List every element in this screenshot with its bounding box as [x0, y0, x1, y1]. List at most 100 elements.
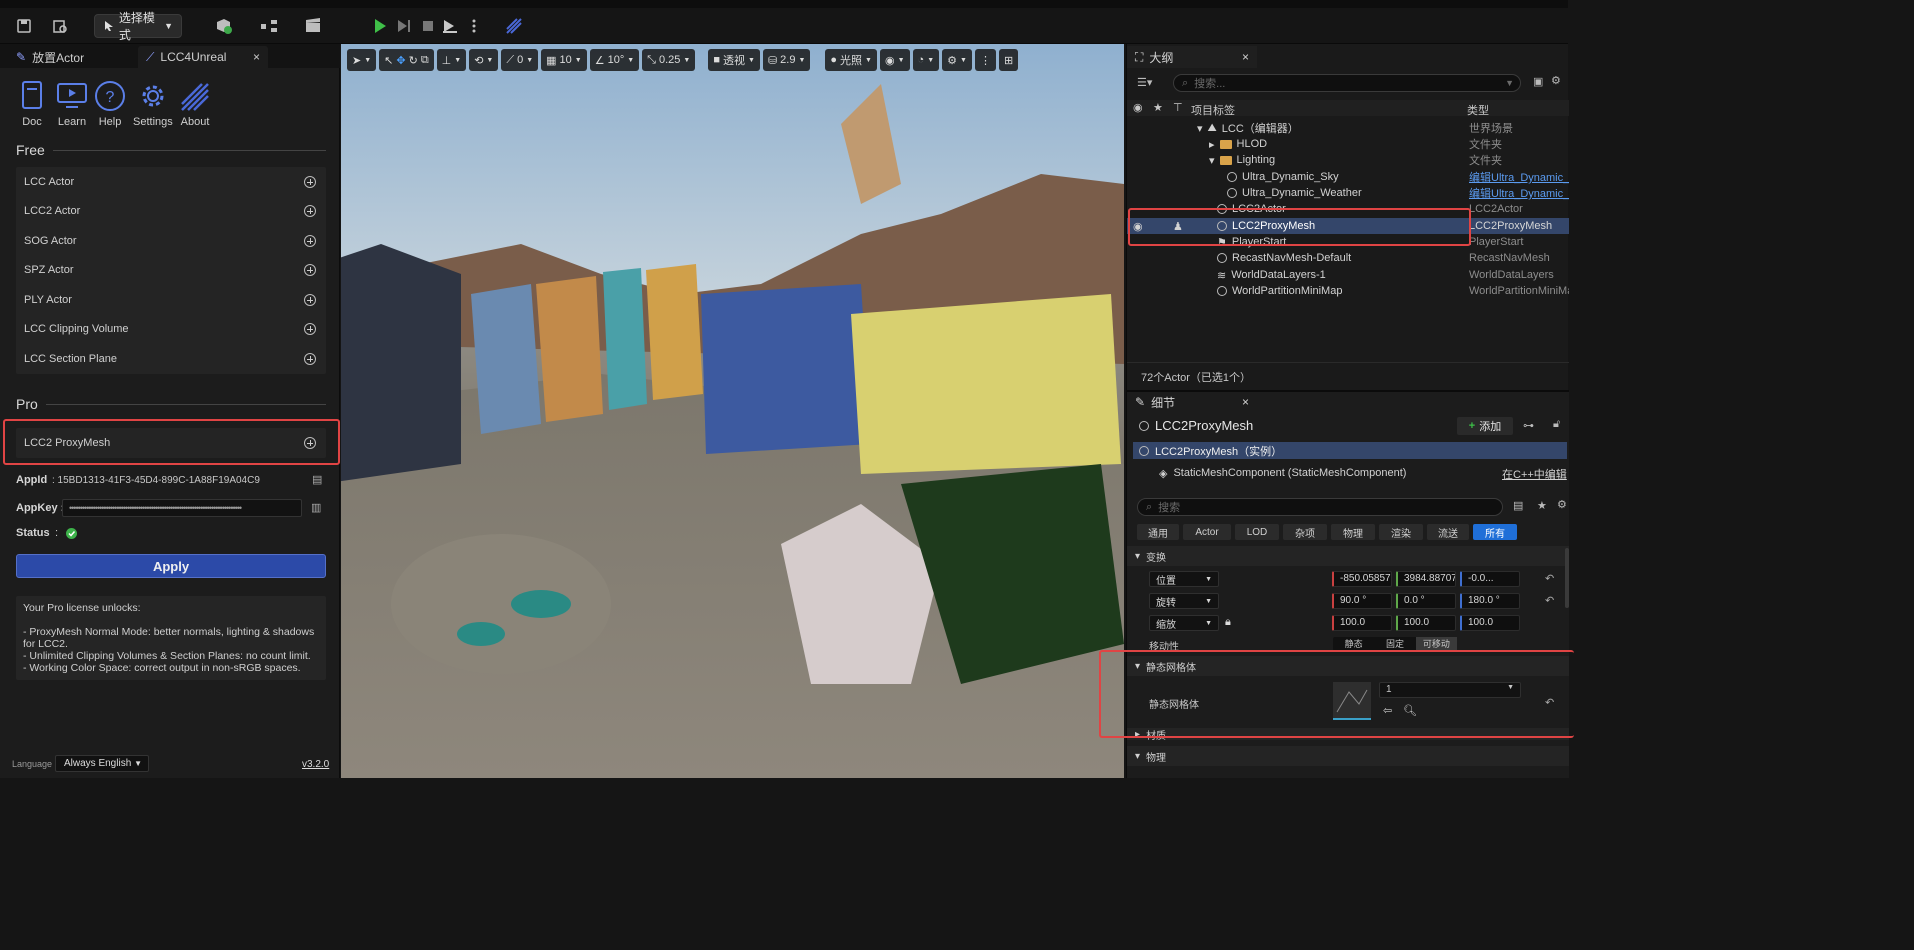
mobility-static[interactable]: 静态 [1333, 637, 1374, 651]
category-general[interactable]: 通用 [1137, 524, 1179, 540]
add-component-button[interactable]: + 添加 [1457, 417, 1513, 435]
blueprint-icon[interactable]: ⊶ [1523, 419, 1534, 432]
tab-outliner[interactable]: ⛶ 大纲 × [1127, 46, 1257, 68]
select-icon[interactable]: ↖ [384, 54, 393, 67]
outliner-row[interactable]: Ultra_Dynamic_Weather 编辑Ultra_Dynamic_We… [1127, 185, 1569, 201]
add-icon[interactable] [304, 234, 316, 247]
close-icon[interactable]: × [1242, 395, 1249, 409]
location-y-field[interactable]: 3984.887070 [1396, 571, 1456, 587]
viewport-layout-button[interactable]: ⊞ [998, 49, 1019, 71]
play-icon[interactable] [368, 14, 392, 38]
browse-icon[interactable] [48, 14, 72, 38]
scale-icon[interactable]: ⧉ [421, 54, 429, 67]
scale-mode-select[interactable]: 缩放 ▼ [1149, 615, 1219, 631]
rotate-icon[interactable]: ↻ [409, 54, 418, 67]
rotation-snap-menu[interactable]: ∠ 10° ▼ [589, 49, 640, 71]
save-icon[interactable] [12, 14, 36, 38]
filter-icon[interactable]: ☰▾ [1137, 76, 1152, 89]
transform-mode-menu[interactable]: ➤ ▼ [347, 49, 377, 71]
list-item[interactable]: LCC Clipping Volume [16, 315, 326, 345]
list-item[interactable]: SOG Actor [16, 226, 326, 256]
location-x-field[interactable]: -850.058570 [1332, 571, 1392, 587]
expand-arrow-icon[interactable]: ▾ [1197, 122, 1203, 135]
add-icon[interactable] [304, 352, 316, 365]
category-lod[interactable]: LOD [1235, 524, 1279, 540]
move-icon[interactable]: ✥ [396, 54, 405, 67]
add-folder-icon[interactable]: ▣ [1533, 75, 1543, 88]
mobility-movable[interactable]: 可移动 [1415, 637, 1457, 651]
camera-speed-menu[interactable]: ⛁ 2.9 ▼ [762, 49, 811, 71]
pin-col-icon[interactable]: ⊤ [1173, 101, 1183, 114]
scale-y-field[interactable]: 100.0 [1396, 615, 1456, 631]
scale-snap-menu[interactable]: ⤡ 0.25 ▼ [642, 49, 696, 71]
reset-icon[interactable]: ↶ [1545, 594, 1557, 607]
add-icon[interactable] [304, 264, 316, 277]
viewport-more-button[interactable]: ⋮ [974, 49, 996, 71]
list-item[interactable]: SPZ Actor [16, 256, 326, 286]
category-misc[interactable]: 杂项 [1283, 524, 1327, 540]
surface-snap-menu[interactable]: ⟲ ▼ [469, 49, 499, 71]
transform-tools[interactable]: ↖ ✥ ↻ ⧉ [379, 49, 434, 71]
rotation-x-field[interactable]: 90.0 ° [1332, 593, 1392, 609]
type-column-header[interactable]: 类型 [1467, 102, 1489, 118]
step-icon[interactable] [392, 14, 416, 38]
grid-snap-menu[interactable]: ▦ 10 ▼ [541, 49, 587, 71]
settings-button[interactable]: Settings [133, 80, 173, 128]
close-icon[interactable]: × [253, 50, 260, 64]
row-type[interactable]: 编辑Ultra_Dynamic_Sky [1469, 169, 1569, 185]
rotation-y-field[interactable]: 0.0 ° [1396, 593, 1456, 609]
appkey-field[interactable]: ••••••••••••••••••••••••••••••••••••••••… [62, 499, 302, 517]
category-physics[interactable]: 物理 [1331, 524, 1375, 540]
location-z-field[interactable]: -0.0... [1460, 571, 1520, 587]
more-options-icon[interactable] [462, 14, 486, 38]
edit-in-cpp-link[interactable]: 在C++中编辑 [1502, 466, 1567, 482]
category-streaming[interactable]: 流送 [1427, 524, 1469, 540]
about-button[interactable]: About [180, 80, 210, 128]
eject-icon[interactable] [438, 14, 462, 38]
rotation-z-field[interactable]: 180.0 ° [1460, 593, 1520, 609]
details-scrollbar[interactable] [1565, 548, 1569, 608]
view-mode-menu[interactable]: ■ 透视 ▼ [708, 49, 760, 71]
snap-toggle[interactable]: ⟋ 0 ▼ [501, 49, 539, 71]
outliner-search-input[interactable]: ⌕ 搜索... ▼ [1173, 74, 1521, 92]
add-actor-icon[interactable] [212, 14, 236, 38]
add-icon[interactable] [304, 205, 316, 218]
doc-button[interactable]: Doc [20, 80, 44, 128]
gear-icon[interactable]: ⚙ [1557, 498, 1567, 511]
outliner-row[interactable]: ≋ WorldDataLayers-1 WorldDataLayers [1127, 267, 1569, 283]
blueprint-icon[interactable] [258, 14, 282, 38]
select-mode-dropdown[interactable]: 选择模式 ▼ [94, 11, 182, 42]
gear-icon[interactable]: ⚙ [1551, 74, 1561, 87]
help-button[interactable]: ? Help [94, 80, 126, 128]
list-item[interactable]: LCC Section Plane [16, 344, 326, 374]
transform-category-header[interactable]: ▾ 变换 [1127, 546, 1569, 566]
category-actor[interactable]: Actor [1183, 524, 1231, 540]
star-col-icon[interactable]: ★ [1153, 101, 1163, 114]
outliner-row[interactable]: ▾ Lighting 文件夹 [1127, 152, 1569, 168]
mobility-stationary[interactable]: 固定 [1374, 637, 1415, 651]
physics-category-header[interactable]: ▾ 物理 [1127, 746, 1569, 766]
paste-icon[interactable]: ▥ [311, 501, 321, 514]
tab-place-actor[interactable]: ✎ 放置Actor [8, 46, 92, 68]
add-icon[interactable] [304, 323, 316, 336]
label-column-header[interactable]: 项目标签 [1191, 102, 1235, 118]
performance-menu[interactable]: ◔ ▼ [912, 49, 940, 71]
rotation-mode-select[interactable]: 旋转 ▼ [1149, 593, 1219, 609]
visibility-col-icon[interactable]: ◉ [1133, 101, 1143, 114]
lcc-logo-icon[interactable] [502, 14, 526, 38]
scale-z-field[interactable]: 100.0 [1460, 615, 1520, 631]
location-mode-select[interactable]: 位置 ▼ [1149, 571, 1219, 587]
expand-arrow-icon[interactable]: ▾ [1209, 154, 1215, 167]
clipboard-icon[interactable]: ▤ [312, 473, 322, 486]
level-viewport[interactable]: ➤ ▼ ↖ ✥ ↻ ⧉ ⊥ ▼ ⟲ ▼ ⟋ 0 ▼ ▦ 10 ▼ ∠ 10° ▼ ⤡ 0.25 ▼ ■ 透视 ▼… [341, 44, 1124, 778]
expand-arrow-icon[interactable]: ▸ [1209, 138, 1215, 151]
apply-button[interactable]: Apply [16, 554, 326, 578]
tab-lcc4unreal[interactable]: ⟋ LCC4Unreal × [138, 46, 268, 68]
category-all[interactable]: 所有 [1473, 524, 1517, 540]
row-type[interactable]: 编辑Ultra_Dynamic_Weather [1469, 185, 1569, 201]
viewport-settings-menu[interactable]: ⚙ ▼ [942, 49, 972, 71]
star-icon[interactable]: ★ [1537, 499, 1547, 512]
lighting-menu[interactable]: ● 光照 ▼ [825, 49, 877, 71]
outliner-row[interactable]: Ultra_Dynamic_Sky 编辑Ultra_Dynamic_Sky [1127, 169, 1569, 185]
add-icon[interactable] [304, 293, 316, 306]
